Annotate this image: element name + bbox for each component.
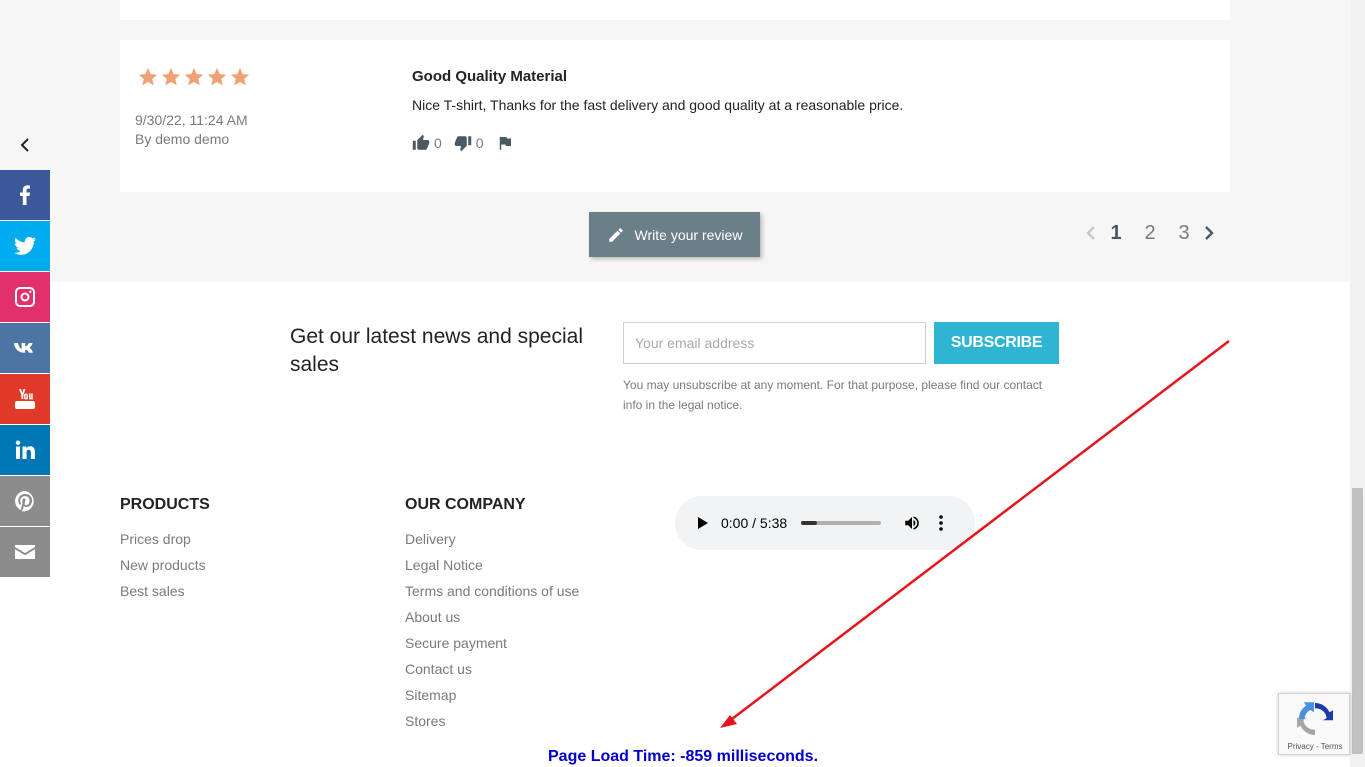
- footer-link[interactable]: Prices drop: [120, 526, 206, 552]
- review-pagination: 1 2 3: [1083, 221, 1217, 245]
- report-button[interactable]: [496, 134, 514, 152]
- star-icon: [138, 67, 158, 86]
- twitter-button[interactable]: [0, 221, 50, 271]
- star-icon: [184, 67, 204, 86]
- footer-link[interactable]: Sitemap: [405, 682, 579, 708]
- instagram-button[interactable]: [0, 272, 50, 322]
- next-page-button[interactable]: [1201, 221, 1217, 245]
- audio-player: 0:00 / 5:38: [675, 496, 975, 550]
- audio-buffered-fill: [801, 521, 818, 525]
- newsletter-title: Get our latest news and special sales: [290, 325, 583, 376]
- scrollbar-thumb[interactable]: [1352, 488, 1363, 754]
- footer-link[interactable]: Contact us: [405, 656, 579, 682]
- facebook-icon: [20, 185, 30, 205]
- page-2[interactable]: 2: [1133, 222, 1167, 245]
- audio-progress-slider[interactable]: [801, 521, 882, 525]
- newsletter-email-input[interactable]: [623, 322, 926, 364]
- recaptcha-icon: [1297, 702, 1333, 735]
- vk-icon: [14, 343, 33, 353]
- facebook-button[interactable]: [0, 170, 50, 220]
- footer-link[interactable]: Secure payment: [405, 630, 579, 656]
- subscribe-button[interactable]: SUBSCRIBE: [934, 322, 1059, 364]
- newsletter-note: You may unsubscribe at any moment. For t…: [623, 378, 1043, 412]
- star-icon: [230, 67, 250, 86]
- twitter-icon: [14, 236, 36, 255]
- play-icon[interactable]: [697, 516, 709, 530]
- products-heading: PRODUCTS: [120, 496, 210, 513]
- linkedin-button[interactable]: [0, 425, 50, 475]
- vk-button[interactable]: [0, 323, 50, 373]
- review-rating: [137, 66, 251, 88]
- footer-link[interactable]: Best sales: [120, 578, 206, 604]
- review-title: Good Quality Material: [412, 68, 568, 85]
- audio-time: 0:00 / 5:38: [721, 515, 788, 531]
- star-icon: [207, 67, 227, 86]
- review-text: Nice T-shirt, Thanks for the fast delive…: [412, 97, 904, 113]
- footer-link[interactable]: About us: [405, 604, 579, 630]
- chevron-left-icon: [1086, 226, 1095, 240]
- footer-link[interactable]: Terms and conditions of use: [405, 578, 579, 604]
- social-sidebar: [0, 120, 50, 578]
- write-review-button[interactable]: Write your review: [589, 212, 760, 257]
- company-links: Delivery Legal Notice Terms and conditio…: [405, 526, 579, 734]
- page-1[interactable]: 1: [1099, 222, 1133, 245]
- linkedin-icon: [15, 440, 35, 459]
- chevron-left-icon: [20, 138, 29, 152]
- pinterest-icon: [15, 491, 34, 512]
- review-card: [120, 40, 1230, 192]
- recaptcha-badge[interactable]: Privacy - Terms: [1278, 693, 1350, 755]
- review-author: By demo demo: [135, 131, 230, 147]
- envelope-icon: [15, 545, 35, 559]
- write-review-label: Write your review: [634, 226, 743, 243]
- more-options-icon[interactable]: [939, 515, 943, 531]
- page-3[interactable]: 3: [1167, 222, 1201, 245]
- volume-icon[interactable]: [903, 514, 921, 532]
- chevron-right-icon: [1205, 226, 1214, 240]
- star-icon: [161, 67, 181, 86]
- recaptcha-links[interactable]: Privacy - Terms: [1279, 742, 1351, 751]
- footer-link[interactable]: Legal Notice: [405, 552, 579, 578]
- previous-review-card: [120, 0, 1230, 20]
- products-links: Prices drop New products Best sales: [120, 526, 206, 604]
- company-heading: OUR COMPANY: [405, 496, 526, 513]
- thumbs-down-icon: [454, 136, 472, 152]
- review-actions: 0 0: [412, 134, 526, 152]
- review-date: 9/30/22, 11:24 AM: [135, 112, 248, 128]
- email-share-button[interactable]: [0, 527, 50, 577]
- footer-link[interactable]: New products: [120, 552, 206, 578]
- like-button[interactable]: 0: [412, 134, 442, 152]
- prev-page-button[interactable]: [1083, 221, 1099, 245]
- instagram-icon: [15, 287, 35, 307]
- thumbs-up-icon: [412, 134, 430, 150]
- dislike-button[interactable]: 0: [454, 134, 484, 152]
- pencil-icon: [608, 227, 623, 242]
- youtube-icon: [15, 389, 35, 409]
- footer-link[interactable]: Delivery: [405, 526, 579, 552]
- flag-icon: [499, 137, 511, 150]
- dislike-count: 0: [475, 135, 484, 151]
- pinterest-button[interactable]: [0, 476, 50, 526]
- page-load-time: Page Load Time: -859 milliseconds.: [548, 748, 819, 765]
- like-count: 0: [434, 135, 442, 151]
- youtube-button[interactable]: [0, 374, 50, 424]
- collapse-sidebar-button[interactable]: [0, 120, 50, 170]
- footer-link[interactable]: Stores: [405, 708, 579, 734]
- page-scrollbar[interactable]: [1350, 0, 1365, 767]
